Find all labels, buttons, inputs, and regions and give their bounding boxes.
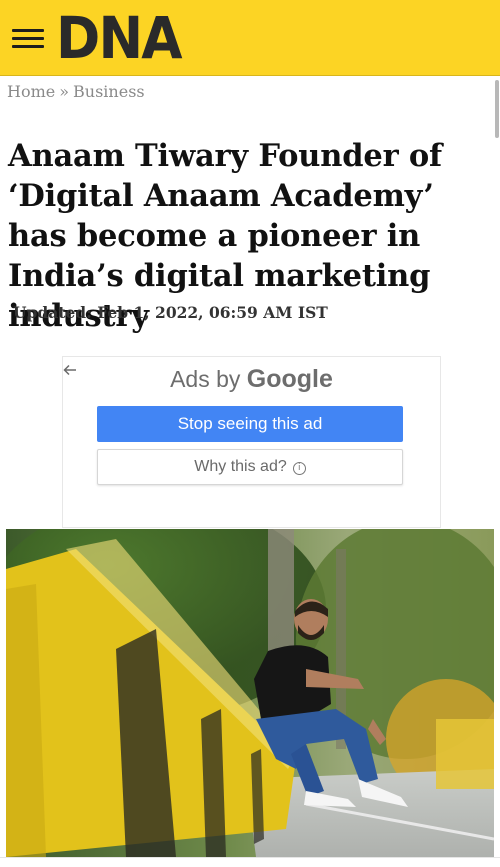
scrollbar[interactable] [495,80,499,138]
ads-by-label: Ads by [170,366,241,392]
why-this-ad-button[interactable]: Why this ad? i [97,449,403,485]
google-label: Google [246,365,333,393]
breadcrumb-business[interactable]: Business [73,82,145,101]
divider [0,857,500,858]
ad-feedback-box: Ads by Google Stop seeing this ad Why th… [62,356,441,528]
hamburger-menu-icon[interactable] [12,28,46,50]
site-header: DNA [0,0,500,76]
ads-by-google-title: Ads by Google [63,365,440,394]
site-logo[interactable]: DNA [56,6,183,70]
why-this-ad-label: Why this ad? [194,458,287,475]
article-hero-image[interactable] [6,529,494,857]
stop-seeing-ad-button[interactable]: Stop seeing this ad [97,406,403,442]
info-icon: i [292,462,306,475]
breadcrumb: Home» Business [7,82,145,101]
photo-of-man-sitting-by-road-divider-icon [6,529,494,857]
breadcrumb-home[interactable]: Home [7,82,55,101]
breadcrumb-separator: » [59,82,70,101]
updated-timestamp: Updated: Feb 1, 2022, 06:59 AM IST [13,303,328,322]
article-page: DNA Home» Business Anaam Tiwary Founder o… [0,0,500,867]
